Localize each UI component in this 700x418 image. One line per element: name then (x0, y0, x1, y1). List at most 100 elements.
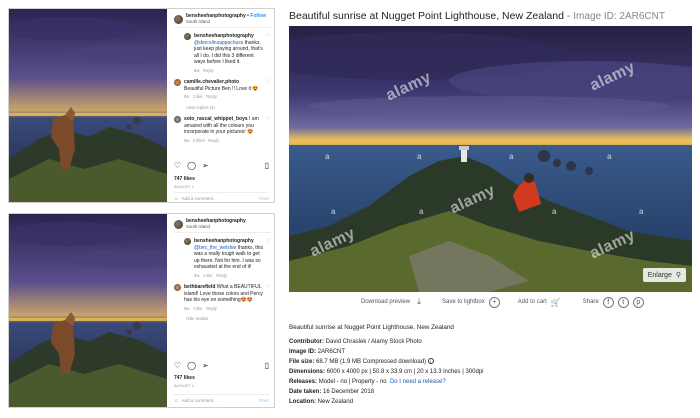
comment-age: 6w (184, 137, 190, 143)
post-date: AUGUST 1 (174, 383, 194, 388)
location-label[interactable]: South Island (186, 224, 246, 231)
comment-age: 6w (184, 305, 190, 311)
heart-icon[interactable]: ♡ (267, 284, 271, 312)
plus-icon: + (488, 296, 500, 308)
post-button[interactable]: Post (259, 196, 269, 201)
heart-icon[interactable]: ♡ (267, 33, 271, 74)
watermark-small: a (607, 152, 612, 161)
avatar[interactable] (174, 116, 181, 123)
dimensions-row: Dimensions: 6000 x 4000 px | 50.8 x 33.9… (289, 367, 689, 377)
instagram-post-bottom: bensheehanphotography South Island bensh… (8, 213, 275, 408)
heart-icon[interactable]: ♡ (267, 238, 271, 279)
emoji-icon[interactable]: ☺ (174, 196, 179, 201)
dimensions-value: 6000 x 4000 px | 50.8 x 33.9 cm | 20 x 1… (326, 369, 484, 375)
avatar[interactable] (184, 33, 191, 40)
heart-icon[interactable]: ♡ (267, 79, 271, 101)
add-to-cart-label: Add to cart (517, 299, 547, 305)
releases-row: Releases: Model - no | Property - no Do … (289, 377, 689, 387)
comment-author[interactable]: camille.chevalier.photo (184, 79, 239, 85)
instagram-header: bensheehanphotography South Island (174, 218, 271, 233)
image-id-label: Image ID: 2AR6CNT (573, 11, 665, 22)
pinterest-icon[interactable]: p (632, 296, 644, 308)
comment-author[interactable]: bensheehanphotography (194, 33, 254, 39)
image-id-row: Image ID: 2AR6CNT (289, 347, 689, 357)
image-toolbar: Download preview ⤓ Save to lightbox + Ad… (289, 294, 692, 310)
twitter-icon[interactable]: t (617, 296, 629, 308)
username[interactable]: bensheehanphotography (186, 13, 246, 19)
avatar[interactable] (174, 14, 183, 24)
bookmark-icon[interactable]: ▯ (265, 361, 269, 370)
likes-count[interactable]: 747 likes (174, 375, 195, 381)
emoji-icon[interactable]: ☺ (174, 398, 179, 403)
location-label: Location: (289, 399, 316, 405)
reply-link[interactable]: Reply (203, 68, 214, 73)
share-icon[interactable]: ➢ (202, 161, 209, 170)
instagram-photo-dog[interactable] (9, 214, 167, 407)
view-replies-link[interactable]: View replies (4) (186, 105, 271, 112)
avatar[interactable] (174, 284, 181, 291)
follow-button[interactable]: Follow (250, 13, 266, 19)
heart-icon[interactable]: ♡ (174, 161, 181, 170)
comment-item: bensheehanphotography @bec_the_welshie t… (184, 238, 271, 279)
post-button[interactable]: Post (259, 398, 269, 403)
avatar[interactable] (184, 238, 191, 245)
post-date: AUGUST 1 (174, 184, 194, 189)
instagram-photo-dog[interactable] (9, 9, 167, 202)
facebook-icon[interactable]: f (602, 296, 614, 308)
add-comment-input[interactable]: Add a comment... (182, 196, 217, 201)
heart-icon[interactable]: ♡ (174, 361, 181, 370)
save-to-lightbox-button[interactable]: Save to lightbox + (442, 296, 500, 308)
comment-author[interactable]: solo_rascal_whippet_boys (184, 116, 248, 122)
watermark-small: a (639, 207, 644, 216)
enlarge-button[interactable]: Enlarge ⚲ (642, 268, 686, 282)
heart-icon[interactable]: ♡ (267, 116, 271, 144)
reply-link[interactable]: Reply (206, 306, 217, 311)
contributor-value: David Chraslek / Alamy Stock Photo (325, 339, 422, 345)
image-title: Beautiful sunrise at Nugget Point Lighth… (289, 10, 564, 22)
likes-count[interactable]: 747 likes (174, 176, 195, 182)
contributor-label: Contributor: (289, 339, 324, 345)
comment-item: camille.chevalier.photo Beautiful Pictur… (174, 79, 271, 101)
instagram-comments-panel: bensheehanphotography • Follow South Isl… (167, 9, 274, 202)
add-comment-bar: ☺ Add a comment... Post (174, 394, 269, 403)
share-label: Share (582, 299, 599, 305)
date-taken-value: 16 December 2018 (323, 389, 375, 395)
releases-value: Model - no | Property - no (318, 379, 387, 385)
file-size-row: File size: 68.7 MB (1.9 MB Compressed do… (289, 357, 689, 367)
image-id-value: 2AR6CNT (317, 349, 346, 355)
bookmark-icon[interactable]: ▯ (265, 161, 269, 170)
comment-item: bethbarefield What a BEAUTIFUL island! L… (174, 284, 271, 312)
hide-replies-link[interactable]: Hide replies (186, 316, 271, 323)
add-to-cart-button[interactable]: Add to cart 🛒 (518, 297, 561, 307)
details-caption: Beautiful sunrise at Nugget Point Lighth… (289, 324, 454, 331)
comment-item: solo_rascal_whippet_boys I am amazed wit… (174, 116, 271, 144)
release-help-link[interactable]: Do I need a release? (390, 379, 446, 385)
reply-link[interactable]: Reply (216, 273, 227, 278)
comment-author[interactable]: bethbarefield (184, 284, 215, 290)
download-preview-button[interactable]: Download preview ⤓ (361, 297, 424, 307)
avatar[interactable] (174, 79, 181, 86)
location-row: Location: New Zealand (289, 397, 689, 407)
comment-author[interactable]: bensheehanphotography (194, 238, 254, 244)
reply-link[interactable]: Reply (206, 94, 217, 99)
reply-link[interactable]: Reply (208, 138, 219, 143)
info-icon[interactable]: i (427, 358, 434, 365)
page: bensheehanphotography • Follow South Isl… (0, 0, 700, 418)
save-to-lightbox-label: Save to lightbox (442, 299, 485, 305)
main-image[interactable]: alamy alamy alamy alamy alamy a a a a a … (289, 26, 692, 292)
watermark-small: a (509, 152, 514, 161)
comment-likes: 1 like (202, 272, 213, 278)
location-label[interactable]: South Island (186, 19, 266, 26)
share-icon[interactable]: ➢ (202, 361, 209, 370)
instagram-post-top: bensheehanphotography • Follow South Isl… (8, 8, 275, 203)
comment-mention[interactable]: @dercolinsappachuss (194, 40, 243, 46)
image-id-row-label: Image ID: (289, 349, 317, 355)
add-comment-input[interactable]: Add a comment... (182, 398, 217, 403)
avatar[interactable] (174, 219, 183, 229)
comment-icon[interactable]: ◯ (187, 161, 196, 170)
watermark-small: a (552, 207, 557, 216)
comment-likes: 1 like (192, 94, 203, 99)
comment-mention[interactable]: @bec_the_welshie (194, 245, 236, 251)
comment-text: Beautiful Picture Ben !! Love it 😍 (184, 85, 259, 92)
comment-icon[interactable]: ◯ (187, 361, 196, 370)
